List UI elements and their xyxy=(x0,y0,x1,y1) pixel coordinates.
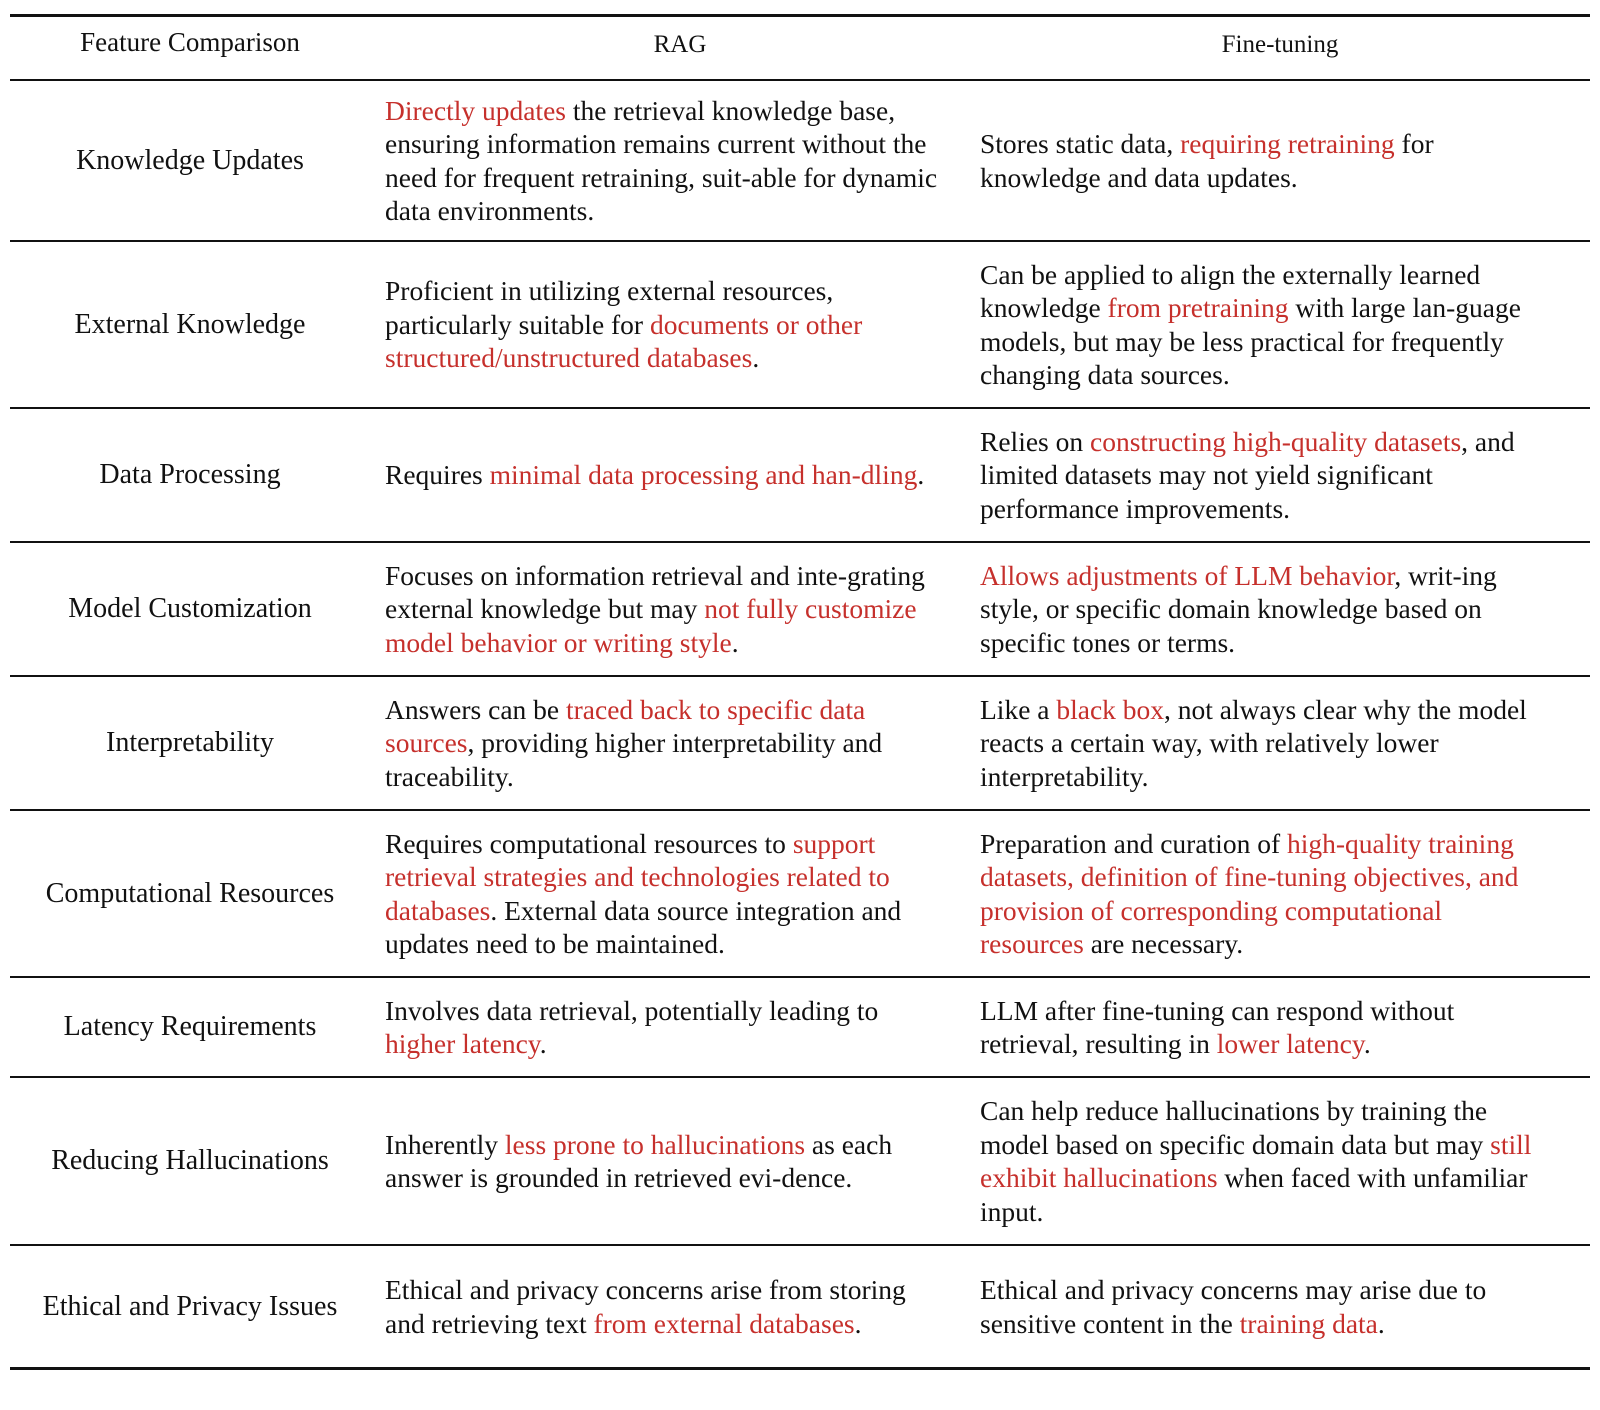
plain-text: Preparation and curation of xyxy=(980,827,1287,859)
table-row: External Knowledge Proficient in utilizin… xyxy=(10,242,1590,407)
header-rag: RAG xyxy=(653,31,707,58)
rag-cell: Focuses on information retrieval and int… xyxy=(385,543,945,675)
rag-cell: Directly updates the retrieval knowledge… xyxy=(385,81,945,240)
highlighted-phrase: requiring retraining xyxy=(1180,128,1395,159)
highlighted-phrase: black box xyxy=(1056,693,1165,725)
fine-tuning-cell: LLM after fine-tuning can respond withou… xyxy=(980,978,1550,1076)
plain-text: Inherently xyxy=(385,1128,505,1160)
fine-tuning-cell: Preparation and curation of high-quality… xyxy=(980,811,1550,976)
highlighted-phrase: training data xyxy=(1239,1307,1378,1339)
feature-label: Data Processing xyxy=(99,459,281,490)
plain-text: Involves data retrieval, potentially lea… xyxy=(385,994,879,1026)
plain-text: Requires computational resources to xyxy=(385,827,793,859)
highlighted-phrase: higher latency xyxy=(385,1028,540,1059)
plain-text: Can help reduce hallucinations by traini… xyxy=(980,1095,1491,1160)
highlighted-phrase: less prone to hallucinations xyxy=(504,1128,806,1160)
feature-label: Reducing Hallucinations xyxy=(51,1145,329,1176)
table-header: Feature Comparison RAG Fine-tuning xyxy=(10,17,1590,79)
rag-cell: Answers can be traced back to specific d… xyxy=(385,677,945,809)
table-row: Latency Requirements Involves data retrie… xyxy=(10,978,1590,1076)
header-fine-tuning: Fine-tuning xyxy=(1221,31,1339,58)
plain-text: Requires xyxy=(385,459,490,491)
highlighted-phrase: Directly updates xyxy=(385,94,566,126)
plain-text: Ethical and privacy concerns may arise d… xyxy=(980,1274,1487,1339)
plain-text: Answers can be xyxy=(385,693,566,725)
table-row: Computational Resources Requires computat… xyxy=(10,811,1590,976)
feature-label: Knowledge Updates xyxy=(76,144,304,176)
plain-text: . xyxy=(917,459,925,491)
highlighted-phrase: minimal data processing and han-dling xyxy=(489,459,918,491)
header-feature-comparison: Feature Comparison xyxy=(80,27,300,57)
highlighted-phrase: from external databases xyxy=(593,1307,855,1339)
plain-text: . xyxy=(854,1307,862,1339)
plain-text: . xyxy=(1377,1307,1385,1339)
feature-label: Interpretability xyxy=(106,727,274,758)
table-row: Data Processing Requires minimal data pro… xyxy=(10,409,1590,541)
plain-text: . xyxy=(539,1028,547,1059)
table-row: Ethical and Privacy Issues Ethical and pr… xyxy=(10,1246,1590,1367)
feature-label: Ethical and Privacy Issues xyxy=(42,1290,338,1322)
plain-text: . xyxy=(731,626,739,658)
highlighted-phrase: constructing high-quality datasets xyxy=(1090,425,1462,457)
row-divider-rule xyxy=(10,1367,1590,1370)
fine-tuning-cell: Can be applied to align the externally l… xyxy=(980,242,1550,407)
fine-tuning-cell: Like a black box, not always clear why t… xyxy=(980,677,1550,809)
fine-tuning-cell: Ethical and privacy concerns may arise d… xyxy=(980,1246,1550,1367)
plain-text: Like a xyxy=(980,693,1057,725)
plain-text: . xyxy=(752,342,760,374)
highlighted-phrase: from pretraining xyxy=(1107,292,1289,323)
fine-tuning-cell: Relies on constructing high-quality data… xyxy=(980,409,1550,541)
feature-label: Latency Requirements xyxy=(63,1011,317,1042)
plain-text: Relies on xyxy=(980,425,1090,457)
rag-cell: Inherently less prone to hallucinations … xyxy=(385,1078,945,1244)
table-row: Reducing Hallucinations Inherently less p… xyxy=(10,1078,1590,1244)
feature-label: Computational Resources xyxy=(45,877,335,909)
highlighted-phrase: Allows adjustments of LLM behavior xyxy=(980,559,1395,591)
highlighted-phrase: lower latency xyxy=(1216,1028,1364,1059)
feature-label: Model Customization xyxy=(68,593,312,624)
feature-label: External Knowledge xyxy=(74,308,306,340)
rag-cell: Involves data retrieval, potentially lea… xyxy=(385,978,945,1076)
table-row: Knowledge Updates Directly updates the re… xyxy=(10,81,1590,240)
fine-tuning-cell: Allows adjustments of LLM behavior, writ… xyxy=(980,543,1550,675)
plain-text: are necessary. xyxy=(1083,928,1244,959)
fine-tuning-cell: Stores static data, requiring retraining… xyxy=(980,81,1550,240)
plain-text: Stores static data, xyxy=(980,128,1181,159)
rag-cell: Requires minimal data processing and han… xyxy=(385,409,945,541)
table-row: Interpretability Answers can be traced ba… xyxy=(10,677,1590,809)
plain-text: . xyxy=(1363,1028,1371,1059)
rag-cell: Requires computational resources to supp… xyxy=(385,811,945,976)
fine-tuning-cell: Can help reduce hallucinations by traini… xyxy=(980,1078,1550,1244)
rag-cell: Proficient in utilizing external resourc… xyxy=(385,242,945,407)
rag-cell: Ethical and privacy concerns arise from … xyxy=(385,1246,945,1367)
table-row: Model Customization Focuses on informatio… xyxy=(10,543,1590,675)
